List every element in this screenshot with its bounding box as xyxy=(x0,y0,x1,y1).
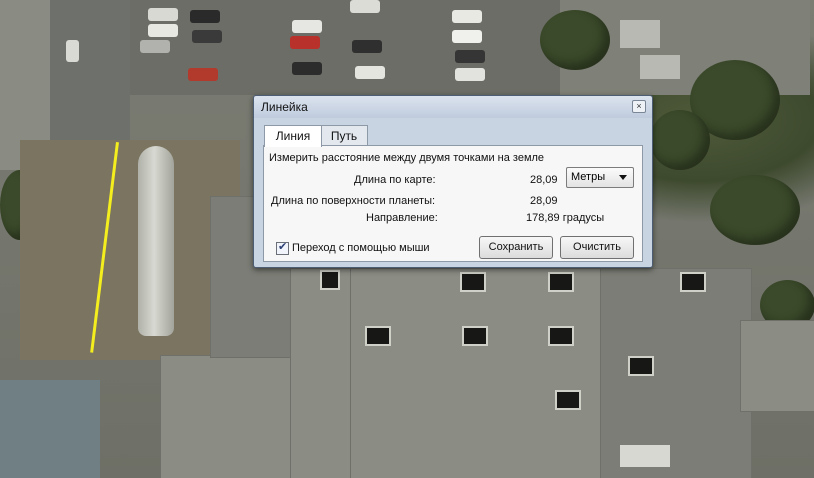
roof-hatch xyxy=(365,326,391,346)
road xyxy=(50,0,130,140)
courtyard xyxy=(20,140,240,360)
rooftop-unit xyxy=(620,445,670,467)
car xyxy=(290,36,320,49)
car xyxy=(350,0,380,13)
checkmark-icon: ✔ xyxy=(278,241,288,253)
tab-path[interactable]: Путь xyxy=(320,125,368,146)
tree xyxy=(710,175,800,245)
car xyxy=(452,30,482,43)
car xyxy=(455,68,485,81)
car xyxy=(188,68,218,81)
crosswalk-marking xyxy=(640,55,680,79)
ground-length-value: 28,09 xyxy=(530,195,558,207)
roof-hatch xyxy=(548,272,574,292)
map-length-value: 28,09 xyxy=(530,174,558,186)
units-selected: Метры xyxy=(571,171,606,183)
car xyxy=(148,8,178,21)
roof-hatch xyxy=(462,326,488,346)
roof-hatch xyxy=(680,272,706,292)
heading-value: 178,89 градусы xyxy=(526,212,605,224)
roof-hatch xyxy=(548,326,574,346)
pool-roof xyxy=(0,380,100,478)
car xyxy=(352,40,382,53)
tab-label: Линия xyxy=(275,129,311,143)
measure-panel: Измерить расстояние между двумя точками … xyxy=(263,145,643,262)
tab-label: Путь xyxy=(330,129,358,143)
car xyxy=(292,62,322,75)
whale-skeleton xyxy=(138,146,174,336)
tree xyxy=(650,110,710,170)
heading-label: Направление: xyxy=(366,212,438,224)
car xyxy=(292,20,322,33)
roof-hatch xyxy=(460,272,486,292)
crosswalk-marking xyxy=(620,20,660,48)
car xyxy=(192,30,222,43)
close-icon[interactable]: × xyxy=(632,100,646,113)
chevron-down-icon xyxy=(619,175,627,180)
ground-length-label: Длина по поверхности планеты: xyxy=(271,195,436,207)
roof-hatch xyxy=(320,270,340,290)
car xyxy=(355,66,385,79)
tab-line[interactable]: Линия xyxy=(264,125,322,147)
roof-hatch xyxy=(628,356,654,376)
mouse-navigation-label: Переход с помощью мыши xyxy=(292,242,430,254)
car xyxy=(455,50,485,63)
car xyxy=(66,40,79,62)
roof-hatch xyxy=(555,390,581,410)
car xyxy=(452,10,482,23)
mouse-navigation-checkbox[interactable]: ✔ xyxy=(276,241,289,255)
building-roof xyxy=(160,355,292,478)
building-roof xyxy=(290,268,352,478)
clear-button[interactable]: Очистить xyxy=(560,236,634,259)
save-button[interactable]: Сохранить xyxy=(479,236,553,259)
car xyxy=(140,40,170,53)
map-length-label: Длина по карте: xyxy=(354,174,436,186)
ruler-dialog: Линейка × Линия Путь Измерить расстояние… xyxy=(253,95,653,268)
tree xyxy=(540,10,610,70)
car xyxy=(190,10,220,23)
instruction-text: Измерить расстояние между двумя точками … xyxy=(269,152,545,164)
car xyxy=(148,24,178,37)
building-roof xyxy=(740,320,814,412)
dialog-titlebar[interactable]: Линейка × xyxy=(254,96,652,118)
dialog-title: Линейка xyxy=(261,100,308,114)
units-dropdown[interactable]: Метры xyxy=(566,167,634,188)
